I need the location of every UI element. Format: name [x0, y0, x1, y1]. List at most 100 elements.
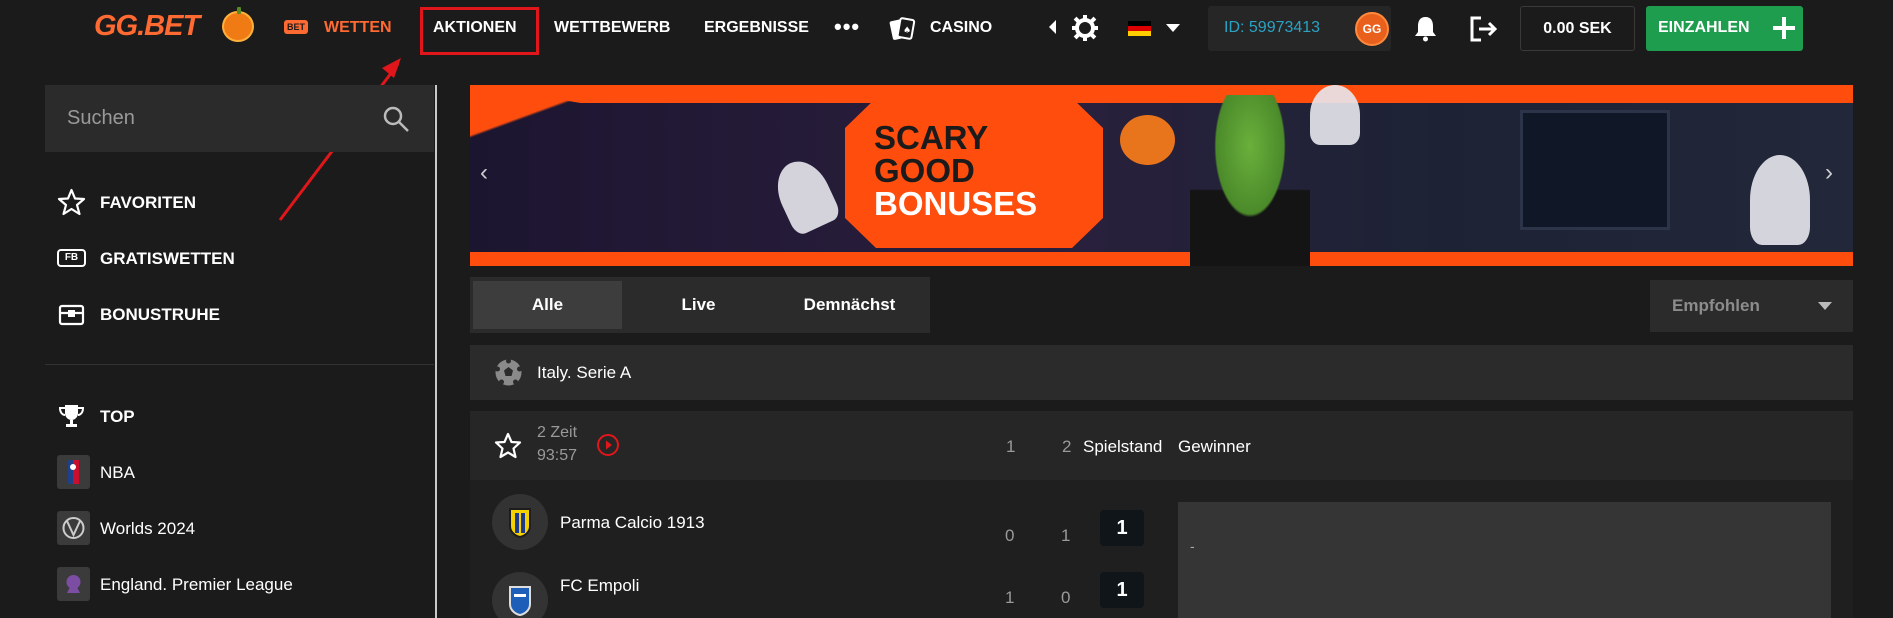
sidebar-border [435, 85, 437, 618]
bell-icon[interactable] [1412, 15, 1439, 42]
sort-select[interactable]: Empfohlen [1650, 280, 1853, 332]
avatar: GG [1355, 12, 1389, 46]
sort-selected-value: Empfohlen [1672, 296, 1760, 315]
search-box[interactable] [45, 85, 434, 152]
sidebar-item-label: TOP [100, 407, 135, 426]
svg-text:♠: ♠ [903, 26, 911, 36]
chevron-down-icon [1818, 302, 1832, 310]
user-id-box[interactable]: ID: 59973413 GG [1208, 6, 1391, 51]
soccer-ball-icon [495, 358, 522, 386]
sidebar-item-label: BONUSTRUHE [100, 305, 220, 324]
sidebar-item-nba[interactable]: NBA [57, 454, 427, 490]
logo-text: GG.BET [94, 10, 200, 42]
winner-odds-cell[interactable] [1178, 560, 1831, 618]
banner-next-button[interactable]: › [1825, 159, 1833, 187]
sidebar-item-label: Worlds 2024 [100, 519, 196, 538]
chevron-left-icon[interactable] [1049, 20, 1056, 34]
total-score: 1 [1100, 510, 1144, 546]
empoli-logo-icon [492, 572, 548, 618]
trophy-icon [58, 405, 85, 427]
column-header-winner: Gewinner [1178, 437, 1251, 456]
worlds-logo-icon [57, 511, 90, 545]
nba-logo-icon [57, 455, 90, 489]
nav-wettbewerb[interactable]: WETTBEWERB [554, 19, 670, 37]
banner-line: BONUSES [874, 185, 1038, 222]
monitor-illustration [1520, 110, 1670, 230]
ggbet-logo[interactable]: GG.BET [94, 7, 254, 43]
pumpkin-illustration [1120, 115, 1175, 165]
tab-live[interactable]: Live [624, 281, 773, 329]
period-score-2: 1 [1061, 526, 1071, 545]
nav-aktionen[interactable]: AKTIONEN [433, 19, 517, 37]
team-row[interactable]: Parma Calcio 1913 0 1 1 - [470, 480, 1853, 570]
sidebar-item-top[interactable]: TOP [57, 398, 427, 434]
gear-icon[interactable] [1072, 15, 1098, 41]
banner-line: SCARY [874, 119, 989, 156]
filter-tabs: Alle Live Demnächst [470, 277, 930, 333]
match-body: Parma Calcio 1913 0 1 1 - FC Empoli 1 0 … [470, 480, 1853, 618]
search-input[interactable] [67, 105, 367, 131]
period-score-1: 0 [1005, 526, 1015, 545]
nav-casino[interactable]: CASINO [930, 19, 992, 37]
star-icon [57, 188, 86, 216]
more-menu-button[interactable]: ••• [834, 14, 860, 40]
german-flag-icon[interactable] [1128, 21, 1151, 36]
premier-league-logo-icon [57, 567, 90, 601]
nav-ergebnisse[interactable]: ERGEBNISSE [704, 19, 809, 37]
top-header: GG.BET BET WETTEN AKTIONEN WETTBEWERB ERG… [0, 0, 1893, 56]
total-score: 1 [1100, 572, 1144, 608]
sidebar-item-bonustruhe[interactable]: BONUSTRUHE [57, 296, 427, 332]
banner-line: GOOD [874, 152, 975, 189]
team-name: FC Empoli [560, 576, 640, 595]
sidebar-item-gratiswetten[interactable]: FB GRATISWETTEN [57, 240, 427, 276]
language-dropdown-icon[interactable] [1166, 24, 1180, 32]
monster-illustration [1190, 95, 1310, 266]
tab-alle[interactable]: Alle [473, 281, 622, 329]
sidebar-item-label: England. Premier League [100, 575, 293, 594]
tab-demnaechst[interactable]: Demnächst [775, 281, 924, 329]
fb-icon: FB [57, 249, 86, 267]
play-stream-icon[interactable] [596, 433, 620, 457]
pumpkin-icon [222, 7, 254, 42]
cards-icon: ♠ [889, 17, 916, 40]
balance-display[interactable]: 0.00 SEK [1520, 6, 1635, 51]
column-header-1: 1 [1006, 437, 1016, 456]
star-icon[interactable] [494, 432, 522, 460]
bet-badge: BET [284, 20, 308, 34]
match-header: 2 Zeit 93:57 1 2 Spielstand Gewinner [470, 411, 1853, 480]
sidebar-item-label: GRATISWETTEN [100, 249, 235, 268]
sidebar-item-premier-league[interactable]: England. Premier League [57, 566, 427, 602]
period-score-1: 1 [1005, 588, 1015, 607]
column-header-2: 2 [1062, 437, 1072, 456]
nav-wetten-label: WETTEN [324, 19, 392, 36]
plus-icon [1773, 17, 1795, 39]
sidebar-divider [45, 364, 434, 365]
parma-logo-icon [492, 494, 548, 550]
ghost-illustration [767, 152, 843, 238]
nav-wetten[interactable]: BET WETTEN [284, 19, 392, 37]
treasure-chest-icon [58, 304, 85, 326]
user-id: ID: 59973413 [1224, 19, 1321, 36]
period-score-2: 0 [1061, 588, 1071, 607]
deposit-label: EINZAHLEN [1658, 19, 1750, 36]
ghost-illustration [1750, 155, 1810, 245]
search-icon[interactable] [382, 105, 410, 133]
league-header[interactable]: Italy. Serie A [470, 345, 1853, 400]
promo-banner[interactable]: SCARY GOOD BONUSES ‹ › [470, 85, 1853, 266]
team-name: Parma Calcio 1913 [560, 513, 705, 532]
sidebar-item-label: NBA [100, 463, 135, 482]
banner-decoration [470, 85, 740, 266]
match-clock: 93:57 [537, 447, 578, 464]
team-row[interactable]: FC Empoli 1 0 1 [470, 558, 1853, 618]
sidebar-item-favoriten[interactable]: FAVORITEN [57, 184, 427, 220]
sidebar-item-worlds-2024[interactable]: Worlds 2024 [57, 510, 427, 546]
column-header-score: Spielstand [1083, 437, 1163, 456]
league-name: Italy. Serie A [537, 363, 632, 382]
banner-prev-button[interactable]: ‹ [480, 159, 488, 187]
match-period: 2 Zeit [537, 424, 578, 441]
sidebar-item-label: FAVORITEN [100, 193, 197, 212]
ghost-illustration [1310, 85, 1360, 145]
logout-icon[interactable] [1469, 15, 1499, 43]
banner-headline: SCARY GOOD BONUSES [874, 121, 1037, 220]
deposit-button[interactable]: EINZAHLEN [1646, 6, 1803, 51]
